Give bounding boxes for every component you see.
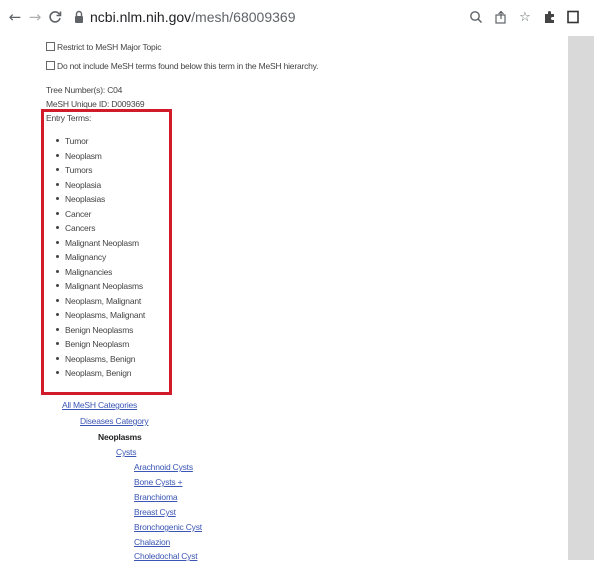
reload-icon[interactable]: [46, 8, 64, 26]
list-item: Tumor: [56, 136, 88, 146]
tree-link-child[interactable]: Chalazion: [134, 537, 170, 547]
back-arrow-icon[interactable]: ←: [6, 8, 24, 26]
list-item: Neoplasm: [56, 151, 102, 161]
url-host: ncbi.nlm.nih.gov: [90, 9, 192, 25]
list-item: Tumors: [56, 165, 92, 175]
address-bar[interactable]: ncbi.nlm.nih.gov/mesh/68009369: [90, 9, 295, 25]
tree-link-cysts[interactable]: Cysts: [116, 447, 136, 457]
lock-icon[interactable]: [74, 10, 84, 24]
no-explode-checkbox[interactable]: [46, 61, 55, 70]
browser-toolbar: ← → ncbi.nlm.nih.gov/mesh/68009369 ☆: [0, 0, 594, 36]
list-item: Neoplasias: [56, 194, 105, 204]
zoom-icon[interactable]: [468, 9, 484, 25]
list-item: Malignant Neoplasms: [56, 281, 143, 291]
mesh-unique-id: MeSH Unique ID: D009369: [46, 99, 145, 109]
tree-number: Tree Number(s): C04: [46, 85, 123, 95]
url-path: /mesh/68009369: [191, 9, 296, 25]
tree-current-term: Neoplasms: [98, 432, 142, 442]
extensions-icon[interactable]: [541, 9, 557, 25]
list-item: Neoplasms, Benign: [56, 354, 136, 364]
page-right-margin: [568, 36, 594, 560]
forward-arrow-icon[interactable]: →: [26, 8, 44, 26]
list-item: Benign Neoplasms: [56, 325, 133, 335]
tree-link-child[interactable]: Breast Cyst: [134, 507, 176, 517]
list-item: Neoplasia: [56, 180, 101, 190]
bookmark-star-icon[interactable]: ☆: [517, 9, 533, 25]
no-explode-label: Do not include MeSH terms found below th…: [57, 61, 319, 71]
list-item: Cancers: [56, 223, 95, 233]
list-item: Neoplasm, Malignant: [56, 296, 141, 306]
major-topic-option[interactable]: Restrict to MeSH Major Topic: [46, 42, 162, 52]
list-item: Malignancies: [56, 267, 112, 277]
list-item: Malignancy: [56, 252, 106, 262]
tree-link-child[interactable]: Bone Cysts +: [134, 477, 183, 487]
tree-link-child[interactable]: Bronchogenic Cyst: [134, 522, 202, 532]
tree-link-all-categories[interactable]: All MeSH Categories: [62, 400, 137, 410]
tree-link-child[interactable]: Arachnoid Cysts: [134, 462, 193, 472]
page-left-margin: [0, 36, 38, 560]
list-item: Neoplasms, Malignant: [56, 310, 145, 320]
side-panel-icon[interactable]: [565, 9, 581, 25]
entry-terms-label: Entry Terms:: [46, 113, 92, 123]
mesh-record-content: Restrict to MeSH Major Topic Do not incl…: [38, 36, 568, 561]
major-topic-checkbox[interactable]: [46, 42, 55, 51]
list-item: Malignant Neoplasm: [56, 238, 139, 248]
share-icon[interactable]: [493, 9, 509, 25]
major-topic-label: Restrict to MeSH Major Topic: [57, 42, 162, 52]
list-item: Cancer: [56, 209, 91, 219]
list-item: Neoplasm, Benign: [56, 368, 131, 378]
no-explode-option[interactable]: Do not include MeSH terms found below th…: [46, 61, 318, 71]
tree-link-child[interactable]: Branchioma: [134, 492, 178, 502]
list-item: Benign Neoplasm: [56, 339, 129, 349]
tree-link-diseases-category[interactable]: Diseases Category: [80, 416, 149, 426]
